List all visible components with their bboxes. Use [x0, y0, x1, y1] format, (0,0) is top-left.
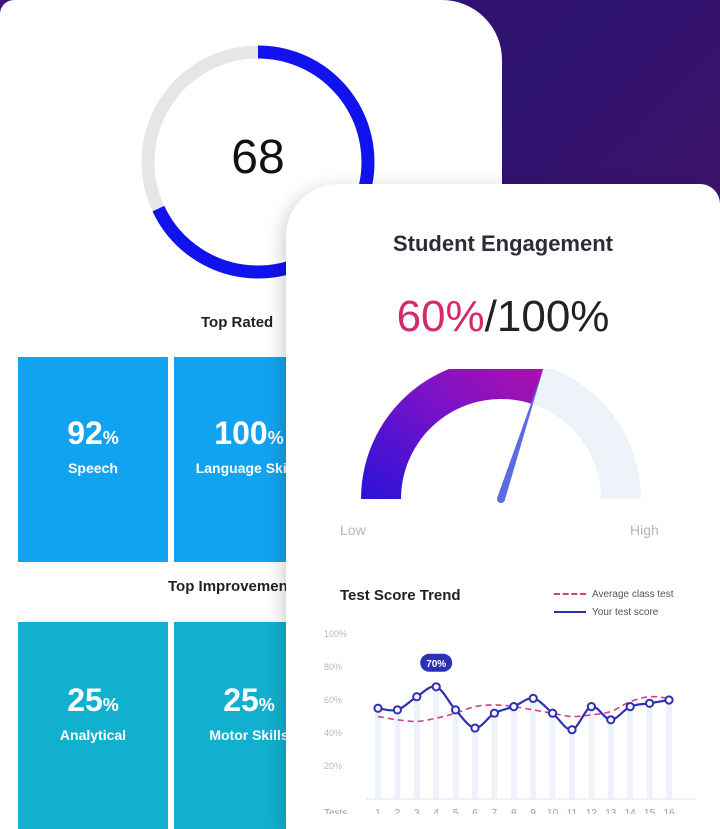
skill-tile-speech[interactable]: 92% Speech	[18, 357, 168, 562]
score-point	[528, 693, 538, 703]
overall-score-value: 68	[231, 131, 285, 184]
legend-label: Average class test	[592, 588, 674, 600]
y-tick-label: 60%	[324, 695, 342, 705]
skill-value: 25	[67, 682, 103, 718]
x-axis-label: Tests	[324, 808, 347, 814]
skill-label: Analytical	[59, 727, 127, 743]
score-point	[586, 702, 596, 712]
x-tick-label: 1	[375, 808, 381, 814]
skill-value: 100	[214, 415, 268, 451]
score-column	[569, 729, 575, 799]
engagement-total: /100%	[484, 292, 610, 341]
score-column	[627, 706, 634, 799]
x-tick-label: 12	[586, 808, 598, 814]
x-tick-label: 8	[511, 808, 517, 814]
y-tick-label: 100%	[324, 629, 347, 639]
skill-value: 92	[67, 415, 103, 451]
chart-title: Test Score Trend	[340, 587, 461, 604]
x-tick-label: 11	[567, 808, 578, 814]
x-tick-label: 7	[492, 808, 498, 814]
gauge-low-label: Low	[340, 522, 366, 538]
score-callout-label: 70%	[426, 659, 446, 670]
engagement-value: 60%	[396, 292, 485, 341]
y-tick-label: 20%	[324, 761, 342, 771]
top-improvement-title: Top Improvement	[168, 578, 293, 595]
score-column	[394, 709, 401, 799]
score-column	[413, 696, 420, 799]
x-tick-label: 16	[663, 808, 675, 814]
top-rated-title: Top Rated	[201, 314, 274, 331]
score-point	[509, 702, 519, 712]
score-point	[645, 698, 655, 708]
score-point	[567, 725, 577, 735]
gauge-hub	[497, 495, 505, 503]
score-column	[452, 709, 459, 799]
score-column	[530, 698, 537, 799]
score-point	[470, 723, 480, 733]
score-column	[510, 706, 517, 799]
engagement-gauge	[361, 369, 641, 503]
x-tick-label: 3	[414, 808, 420, 814]
x-tick-label: 5	[453, 808, 459, 814]
score-point	[625, 702, 635, 712]
score-point	[606, 715, 616, 725]
gauge-fill	[361, 369, 544, 499]
legend-item-average: Average class test	[554, 585, 674, 603]
score-point	[489, 708, 499, 718]
score-column	[433, 686, 440, 799]
skill-tile-analytical[interactable]: 25% Analytical	[18, 622, 168, 829]
engagement-title: Student Engagement	[392, 231, 613, 256]
x-tick-label: 14	[625, 808, 637, 814]
engagement-card: Student Engagement 60%/100% Low High Tes…	[286, 184, 720, 829]
y-tick-label: 40%	[324, 728, 342, 738]
skill-label: Speech	[68, 460, 118, 476]
test-score-trend-chart: 20%40%60%80%100%Tests 1 2 3 4 5 6 7 8 9 10 11 12 13 14…	[324, 629, 696, 814]
engagement-score: 60%/100%	[286, 292, 720, 342]
score-column	[375, 708, 381, 799]
x-tick-label: 2	[395, 808, 401, 814]
score-column	[646, 703, 653, 799]
score-column	[472, 728, 478, 799]
gauge-high-label: High	[630, 522, 659, 538]
x-tick-label: 4	[433, 808, 439, 814]
y-tick-label: 80%	[324, 662, 342, 672]
score-column	[491, 713, 498, 799]
score-point	[373, 703, 383, 713]
score-column	[607, 719, 614, 799]
x-tick-label: 13	[605, 808, 617, 814]
skill-value: 25	[223, 682, 259, 718]
score-point	[431, 682, 441, 692]
x-tick-label: 9	[530, 808, 536, 814]
x-tick-label: 6	[472, 808, 478, 814]
score-column	[549, 713, 556, 799]
score-column	[666, 700, 672, 799]
series-line-yours	[377, 685, 670, 731]
x-tick-label: 15	[644, 808, 656, 814]
x-tick-label: 10	[547, 808, 559, 814]
score-point	[548, 708, 558, 718]
score-column	[588, 706, 595, 799]
score-point	[412, 692, 422, 702]
score-point	[451, 705, 461, 715]
score-point	[392, 705, 403, 715]
score-point	[664, 695, 674, 705]
